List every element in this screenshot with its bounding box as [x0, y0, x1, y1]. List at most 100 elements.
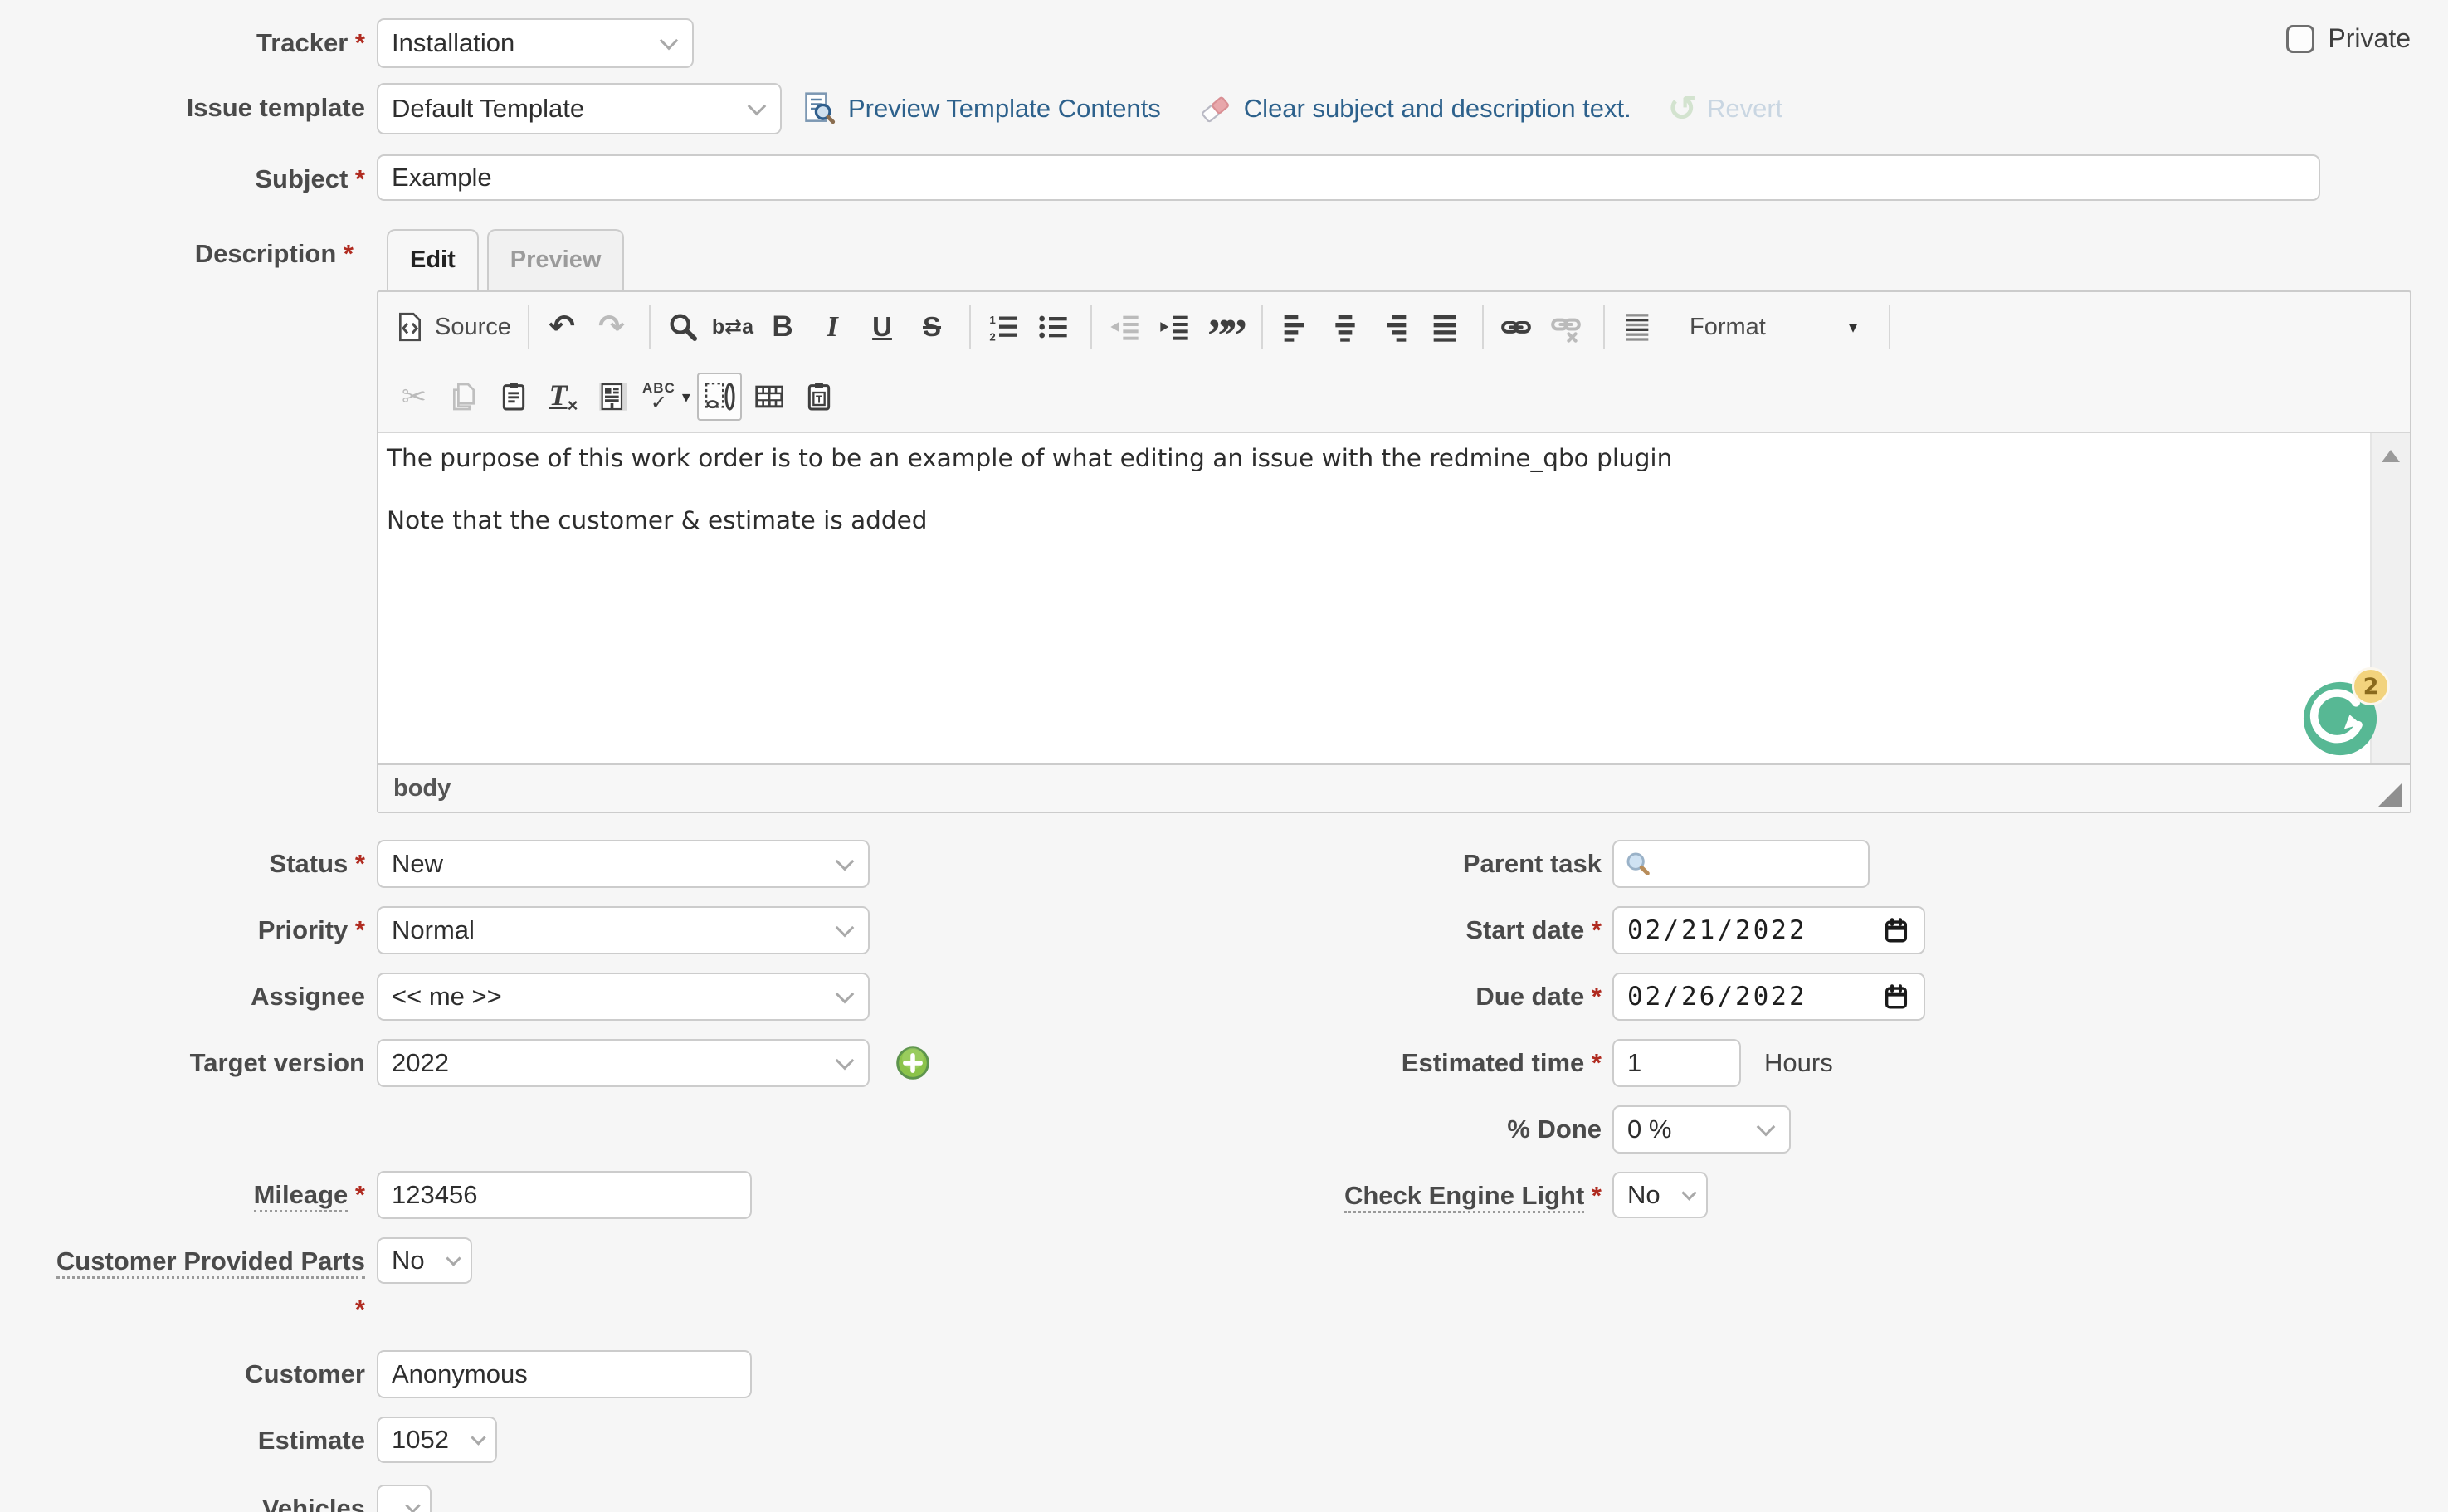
status-row: Status * New [0, 840, 1295, 888]
check-engine-light-select[interactable]: No [1612, 1172, 1708, 1218]
remove-format-button[interactable]: T× [541, 373, 586, 421]
assignee-select[interactable]: << me >> [377, 973, 870, 1021]
tracker-select[interactable]: Installation [377, 18, 694, 68]
customer-input[interactable]: Anonymous [377, 1350, 752, 1398]
mileage-label: Mileage * [0, 1171, 377, 1219]
preview-template-link[interactable]: Preview Template Contents [848, 94, 1161, 124]
paste-button[interactable] [491, 373, 536, 421]
cut-button[interactable]: ✂ [392, 373, 436, 421]
redo-button[interactable]: ↷ [589, 303, 634, 351]
align-left-button[interactable] [1273, 303, 1318, 351]
rich-text-editor: Source ↶↷ b⇄aBIUS 1 2 ”” Format▾ ✂ T× [377, 290, 2411, 813]
line-height-button[interactable] [1615, 303, 1660, 351]
check-engine-light-label: Check Engine Light * [1295, 1172, 1612, 1220]
align-center-button[interactable] [1323, 303, 1368, 351]
add-version-icon[interactable] [895, 1045, 931, 1081]
editor-status-bar: body [378, 763, 2410, 812]
estimated-time-input[interactable]: 1 [1612, 1039, 1741, 1087]
mileage-input[interactable]: 123456 [377, 1171, 752, 1219]
target-version-row: Target version 2022 [0, 1039, 1295, 1087]
toolbar-separator [1889, 305, 1890, 349]
customer-row: Customer Anonymous [0, 1350, 1295, 1398]
priority-select[interactable]: Normal [377, 906, 870, 954]
replace-button[interactable]: b⇄a [710, 303, 755, 351]
editor-toolbar-row-1: Source ↶↷ b⇄aBIUS 1 2 ”” Format▾ [378, 292, 2410, 362]
undo-button[interactable]: ↶ [539, 303, 584, 351]
grammarly-icon[interactable]: 2 [2302, 680, 2378, 757]
estimated-time-row: Estimated time * 1 Hours [1295, 1039, 2448, 1087]
indent-button[interactable] [1152, 303, 1197, 351]
editor-toolbar-row-2: ✂ T× ABC✓▾ T [378, 362, 2410, 432]
issue-edit-form: Private Tracker * Installation Issue tem… [0, 0, 2448, 1512]
strikethrough-button[interactable]: S [909, 303, 954, 351]
vehicles-select[interactable] [377, 1485, 432, 1512]
subject-row: Subject * Example [0, 154, 2448, 204]
subject-input[interactable]: Example [377, 154, 2320, 201]
show-blocks-button[interactable] [697, 373, 742, 421]
toolbar-separator [1090, 305, 1092, 349]
description-paragraph: The purpose of this work order is to be … [387, 443, 2352, 474]
description-editor-column: Edit Preview Source ↶↷ b⇄aBIUS 1 2 ”” Form… [377, 229, 2411, 813]
private-checkbox[interactable] [2286, 25, 2314, 53]
calendar-icon[interactable] [1882, 916, 1910, 944]
unlink-button[interactable] [1543, 303, 1588, 351]
issue-template-row: Issue template Default Template Preview … [0, 83, 2448, 134]
priority-label: Priority * [0, 906, 377, 954]
due-date-input[interactable]: 02/26/2022 [1612, 973, 1925, 1021]
numbered-list-button[interactable]: 1 2 [981, 303, 1026, 351]
italic-button[interactable]: I [810, 303, 855, 351]
customer-provided-parts-label: Customer Provided Parts * [0, 1237, 377, 1334]
start-date-input[interactable]: 02/21/2022 [1612, 906, 1925, 954]
description-textarea[interactable]: The purpose of this work order is to be … [378, 432, 2410, 763]
revert-link[interactable]: Revert [1707, 94, 1782, 124]
status-label: Status * [0, 840, 377, 888]
attributes-split: Status * New Priority * Normal Assignee [0, 840, 2448, 1512]
underline-button[interactable]: U [860, 303, 905, 351]
description-paragraph: Note that the customer & estimate is add… [387, 505, 2352, 536]
status-select[interactable]: New [377, 840, 870, 888]
estimate-row: Estimate 1052 [0, 1417, 1295, 1465]
parent-task-label: Parent task [1295, 840, 1612, 888]
resize-handle-icon[interactable] [2378, 783, 2402, 807]
link-button[interactable] [1494, 303, 1539, 351]
subject-label: Subject * [0, 154, 377, 204]
issue-template-select[interactable]: Default Template [377, 83, 782, 134]
customer-provided-parts-select[interactable]: No [377, 1237, 472, 1284]
issue-template-label: Issue template [0, 83, 377, 133]
bulleted-list-button[interactable] [1031, 303, 1075, 351]
toolbar-separator [1482, 305, 1484, 349]
percent-done-select[interactable]: 0 % [1612, 1105, 1791, 1154]
section-spacer [0, 1105, 1295, 1171]
outdent-button[interactable] [1102, 303, 1147, 351]
description-label: Description * [0, 229, 365, 279]
bold-button[interactable]: B [760, 303, 805, 351]
svg-text:2: 2 [989, 331, 995, 344]
spellcheck-button[interactable]: ABC✓▾ [641, 373, 692, 421]
estimate-select[interactable]: 1052 [377, 1417, 497, 1463]
paste-text-button[interactable]: T [797, 373, 841, 421]
toolbar-separator [1603, 305, 1605, 349]
calendar-icon[interactable] [1882, 983, 1910, 1011]
hours-suffix: Hours [1764, 1039, 1833, 1087]
media-button[interactable] [747, 373, 792, 421]
align-right-button[interactable] [1373, 303, 1417, 351]
toolbar-separator [969, 305, 971, 349]
attributes-left-column: Status * New Priority * Normal Assignee [0, 840, 1295, 1512]
mileage-row: Mileage * 123456 [0, 1171, 1295, 1219]
format-dropdown-button[interactable]: Format▾ [1665, 303, 1874, 351]
scrollbar-up-arrow-icon[interactable] [2382, 450, 2400, 462]
target-version-select[interactable]: 2022 [377, 1039, 870, 1087]
clear-subject-description-link[interactable]: Clear subject and description text. [1244, 94, 1631, 124]
blockquote-button[interactable]: ”” [1202, 303, 1246, 351]
copy-button[interactable] [441, 373, 486, 421]
tab-edit[interactable]: Edit [387, 229, 479, 290]
tab-preview[interactable]: Preview [487, 229, 625, 290]
align-justify-button[interactable] [1422, 303, 1467, 351]
search-icon [1624, 850, 1652, 878]
due-date-row: Due date * 02/26/2022 [1295, 973, 2448, 1021]
find-button[interactable] [661, 303, 705, 351]
select-all-button[interactable] [591, 373, 636, 421]
toolbar-separator [1261, 305, 1263, 349]
parent-task-input[interactable] [1612, 840, 1870, 888]
source-button[interactable]: Source [392, 303, 513, 351]
